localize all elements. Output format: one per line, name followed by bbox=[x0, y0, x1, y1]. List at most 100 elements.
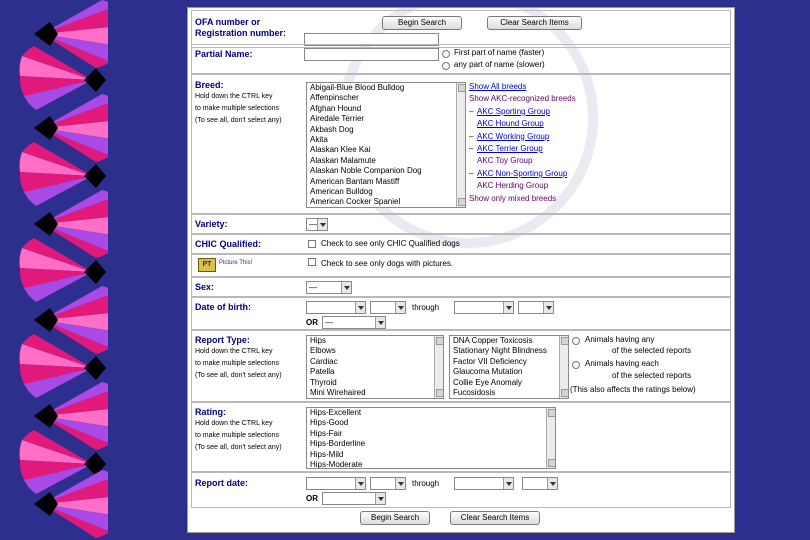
breed-option[interactable]: Alaskan Malamute bbox=[307, 156, 465, 166]
partial-name-input[interactable] bbox=[304, 48, 439, 61]
breed-option[interactable]: Afghan Hound bbox=[307, 104, 465, 114]
report-type-option[interactable]: Thyroid bbox=[307, 378, 443, 388]
breed-group-link[interactable]: Show AKC-recognized breeds bbox=[469, 94, 576, 103]
begin-search-button[interactable]: Begin Search bbox=[382, 16, 462, 30]
rating-label: Rating: bbox=[195, 407, 226, 417]
breed-group-link[interactable]: AKC Herding Group bbox=[477, 181, 548, 190]
decorative-fan-border bbox=[18, 0, 121, 540]
breed-option[interactable]: Abigail-Blue Blood Bulldog bbox=[307, 83, 465, 93]
report-to-year-select[interactable] bbox=[522, 477, 558, 490]
variety-row: Variety: — bbox=[191, 214, 731, 234]
report-type-label: Report Type: bbox=[195, 335, 250, 345]
breed-group-link[interactable]: AKC Terrier Group – bbox=[469, 144, 543, 153]
report-type-listbox-2[interactable]: DNA Copper Toxicosis Stationary Night Bli… bbox=[449, 335, 569, 399]
report-type-option[interactable]: Glaucoma Mutation bbox=[450, 367, 568, 377]
breed-group-link[interactable]: Show All breeds bbox=[469, 82, 526, 91]
breed-option[interactable]: Affenpinscher bbox=[307, 93, 465, 103]
picture-this-logo: PT bbox=[198, 258, 216, 272]
pictures-checkbox-label: Check to see only dogs with pictures. bbox=[321, 259, 454, 268]
dob-from-year-select[interactable] bbox=[370, 301, 406, 314]
report-type-option[interactable]: Factor VII Deficiency bbox=[450, 357, 568, 367]
breed-option[interactable]: American Cocker Spaniel bbox=[307, 197, 465, 207]
animals-each-radio[interactable] bbox=[572, 361, 580, 369]
breed-scrollbar[interactable] bbox=[456, 83, 465, 207]
report-from-year-select[interactable] bbox=[370, 477, 406, 490]
breed-option[interactable]: Akita bbox=[307, 135, 465, 145]
sex-label: Sex: bbox=[195, 282, 215, 292]
breed-option[interactable]: American Bulldog bbox=[307, 187, 465, 197]
ratings-note: (This also affects the ratings below) bbox=[570, 385, 696, 394]
report-type-option[interactable]: Stationary Night Blindness bbox=[450, 346, 568, 356]
report-type-option[interactable]: Collie Eye Anomaly bbox=[450, 378, 568, 388]
dob-to-year-select[interactable] bbox=[518, 301, 554, 314]
any-part-radio[interactable] bbox=[442, 62, 450, 70]
search-form-page: OFA number or Registration number: Begin… bbox=[187, 7, 735, 533]
rating-option[interactable]: Hips-Good bbox=[307, 418, 555, 428]
rating-listbox[interactable]: Hips-Excellent Hips-Good Hips-Fair Hips-Bor… bbox=[306, 407, 556, 469]
chic-checkbox[interactable] bbox=[308, 240, 316, 248]
rating-option[interactable]: Hips-Fair bbox=[307, 429, 555, 439]
rating-option[interactable]: Hips-Moderate bbox=[307, 460, 555, 468]
report-or-select[interactable] bbox=[322, 492, 386, 505]
bottom-begin-search-button[interactable]: Begin Search bbox=[360, 511, 430, 525]
report-through-label: through bbox=[412, 479, 440, 488]
report-type-option[interactable]: DNA Copper Toxicosis bbox=[450, 336, 568, 346]
report-type-option[interactable]: Mini Wirehaired bbox=[307, 388, 443, 398]
breed-option[interactable]: Alaskan Klee Kai bbox=[307, 145, 465, 155]
breed-hint: Hold down the CTRL key to make multiple … bbox=[195, 93, 282, 124]
clear-search-button[interactable]: Clear Search Items bbox=[487, 16, 582, 30]
ofa-number-label: OFA number or Registration number: bbox=[195, 17, 287, 38]
report-date-label: Report date: bbox=[195, 478, 249, 488]
report-type-options-2: DNA Copper Toxicosis Stationary Night Bli… bbox=[450, 336, 568, 398]
pictures-checkbox[interactable] bbox=[308, 258, 316, 266]
rating-hint: Hold down the CTRL key to make multiple … bbox=[195, 420, 282, 451]
breed-group-link[interactable]: AKC Sporting Group – bbox=[469, 107, 550, 116]
picture-this-logo-text: Picture This! bbox=[219, 260, 253, 266]
first-part-radio[interactable] bbox=[442, 50, 450, 58]
report-type-listbox-1[interactable]: Hips Elbows Cardiac Patella Thyroid Mini Wire… bbox=[306, 335, 444, 399]
breed-group-link[interactable]: AKC Working Group – bbox=[469, 132, 549, 141]
chevron-down-icon bbox=[355, 302, 365, 313]
breed-group-link[interactable]: AKC Non-Sporting Group – bbox=[469, 169, 567, 178]
chevron-down-icon bbox=[375, 493, 385, 504]
dob-or-select[interactable]: — bbox=[322, 316, 386, 329]
animals-any-radio[interactable] bbox=[572, 337, 580, 345]
breed-option[interactable]: Airedale Terrier bbox=[307, 114, 465, 124]
rating-option[interactable]: Hips-Mild bbox=[307, 450, 555, 460]
breed-label: Breed: bbox=[195, 80, 224, 90]
chevron-down-icon bbox=[503, 478, 513, 489]
report-type-scrollbar-1[interactable] bbox=[434, 336, 443, 398]
chevron-down-icon bbox=[395, 478, 405, 489]
report-type-option[interactable]: Patella bbox=[307, 367, 443, 377]
report-type-option[interactable]: Cardiac bbox=[307, 357, 443, 367]
variety-label: Variety: bbox=[195, 219, 228, 229]
ofa-number-row: OFA number or Registration number: Begin… bbox=[191, 10, 731, 48]
report-to-month-select[interactable] bbox=[454, 477, 514, 490]
breed-listbox[interactable]: Abigail-Blue Blood Bulldog Affenpinscher A… bbox=[306, 82, 466, 208]
rating-option[interactable]: Hips-Excellent bbox=[307, 408, 555, 418]
chevron-down-icon bbox=[395, 302, 405, 313]
chevron-down-icon bbox=[375, 317, 385, 328]
breed-group-link[interactable]: AKC Toy Group bbox=[477, 156, 532, 165]
sex-select[interactable]: — bbox=[306, 281, 352, 294]
dash-bullet: – bbox=[469, 106, 474, 116]
report-type-option[interactable]: Fucosidosis bbox=[450, 388, 568, 398]
report-type-scrollbar-2[interactable] bbox=[559, 336, 568, 398]
report-from-month-select[interactable] bbox=[306, 477, 366, 490]
variety-select[interactable]: — bbox=[306, 218, 328, 231]
dash-bullet: – bbox=[469, 168, 474, 178]
breed-option[interactable]: Akbash Dog bbox=[307, 125, 465, 135]
bottom-clear-search-button[interactable]: Clear Search Items bbox=[450, 511, 540, 525]
report-type-option[interactable]: Hips bbox=[307, 336, 443, 346]
breed-group-link[interactable]: AKC Hound Group bbox=[477, 119, 544, 128]
dash-bullet: – bbox=[469, 144, 474, 153]
chic-label: CHIC Qualified: bbox=[195, 239, 262, 249]
rating-option[interactable]: Hips-Borderline bbox=[307, 439, 555, 449]
breed-option[interactable]: American Bantam Mastiff bbox=[307, 177, 465, 187]
dob-from-month-select[interactable] bbox=[306, 301, 366, 314]
breed-option[interactable]: Alaskan Noble Companion Dog bbox=[307, 166, 465, 176]
dob-to-month-select[interactable] bbox=[454, 301, 514, 314]
report-type-option[interactable]: Elbows bbox=[307, 346, 443, 356]
breed-group-link[interactable]: Show only mixed breeds bbox=[469, 194, 556, 203]
rating-scrollbar[interactable] bbox=[546, 408, 555, 468]
